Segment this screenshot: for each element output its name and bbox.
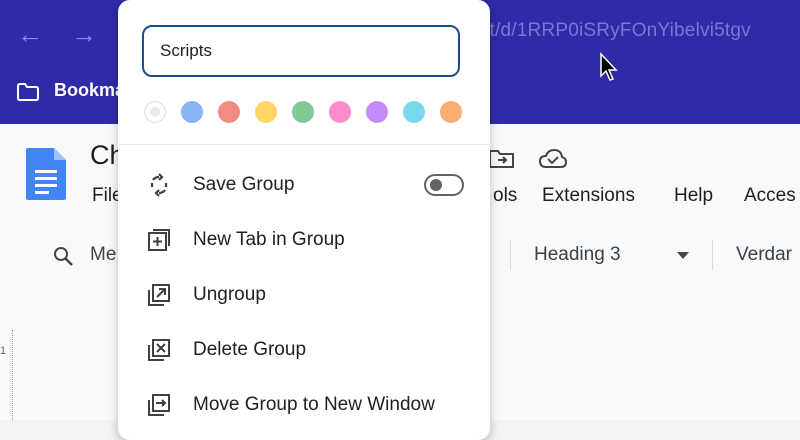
font-select[interactable]: Verdar (736, 244, 792, 266)
add-tab-icon (148, 229, 170, 251)
color-swatch-pink[interactable] (329, 101, 351, 123)
group-name-input[interactable] (142, 25, 460, 77)
color-swatch-purple[interactable] (366, 101, 388, 123)
vertical-ruler (12, 330, 14, 420)
color-swatch-grey[interactable] (144, 101, 166, 123)
mouse-cursor-icon (600, 52, 618, 81)
caret-down-icon[interactable] (676, 250, 690, 260)
move-group-to-new-window-label: Move Group to New Window (193, 394, 435, 415)
move-folder-icon[interactable] (488, 146, 516, 170)
paragraph-style-select[interactable]: Heading 3 (534, 244, 621, 266)
toolbar-divider (510, 240, 511, 270)
delete-group-icon (148, 339, 170, 361)
delete-group-item[interactable]: Delete Group (118, 325, 490, 375)
menu-help[interactable]: Help (674, 185, 713, 207)
save-group-label: Save Group (193, 174, 295, 195)
color-swatch-red[interactable] (218, 101, 240, 123)
folder-icon (17, 83, 39, 101)
color-swatch-cyan[interactable] (403, 101, 425, 123)
ruler-tick-label: 1 (0, 345, 7, 357)
menu-tools[interactable]: ols (493, 185, 517, 207)
docs-logo-icon (26, 148, 66, 200)
cloud-saved-icon[interactable] (538, 148, 568, 170)
move-to-window-icon (148, 394, 170, 416)
toolbar-divider (712, 240, 713, 270)
ungroup-item[interactable]: Ungroup (118, 270, 490, 320)
address-bar-text[interactable]: ent/d/1RRP0iSRyFOnYibelvi5tgv (468, 20, 751, 42)
new-tab-in-group-label: New Tab in Group (193, 229, 345, 250)
ungroup-icon (148, 284, 170, 306)
move-group-to-new-window-item[interactable]: Move Group to New Window (118, 380, 490, 430)
new-tab-in-group-item[interactable]: New Tab in Group (118, 215, 490, 265)
ungroup-label: Ungroup (193, 284, 266, 305)
toggle-knob (430, 179, 442, 191)
color-swatch-green[interactable] (292, 101, 314, 123)
popup-divider (118, 144, 490, 145)
search-menus-field[interactable]: Me (90, 244, 116, 266)
color-swatch-yellow[interactable] (255, 101, 277, 123)
back-arrow-icon[interactable]: ← (10, 14, 50, 54)
bookmark-label[interactable]: Bookma (54, 80, 125, 101)
sync-icon (150, 173, 168, 197)
color-swatch-orange[interactable] (440, 101, 462, 123)
search-menus-icon[interactable] (52, 245, 74, 267)
menu-accessibility[interactable]: Acces (744, 185, 796, 207)
color-swatch-blue[interactable] (181, 101, 203, 123)
menu-extensions[interactable]: Extensions (542, 185, 635, 207)
delete-group-label: Delete Group (193, 339, 307, 360)
forward-arrow-icon[interactable]: → (64, 14, 104, 54)
